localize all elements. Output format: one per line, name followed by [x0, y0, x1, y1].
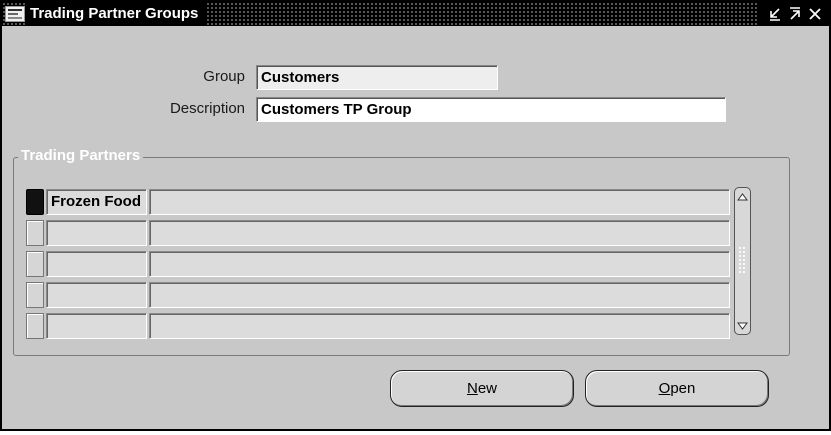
new-label: ew [477, 380, 498, 397]
new-mnemonic: N [466, 380, 478, 397]
trading-partner-groups-window: Trading Partner Groups Group Customers D… [0, 0, 831, 431]
close-icon[interactable] [807, 6, 823, 22]
partner-name-cell[interactable] [46, 220, 147, 246]
record-indicator[interactable] [26, 189, 44, 215]
partner-name-cell[interactable]: Frozen Food [46, 189, 147, 215]
scroll-grip[interactable] [738, 246, 747, 274]
partner-description-cell[interactable] [149, 189, 730, 215]
partner-description-cell[interactable] [149, 251, 730, 277]
partner-description-cell[interactable] [149, 282, 730, 308]
partner-name-cell[interactable] [46, 251, 147, 277]
record-indicator[interactable] [26, 251, 44, 277]
partner-name-cell[interactable] [46, 282, 147, 308]
scroll-down-icon[interactable] [736, 319, 749, 332]
maximize-icon[interactable] [787, 6, 803, 22]
minimize-icon[interactable] [767, 6, 783, 22]
open-label: pen [670, 380, 696, 397]
window-controls [757, 2, 829, 26]
title-bar[interactable]: Trading Partner Groups [2, 2, 829, 26]
description-field[interactable]: Customers TP Group [256, 97, 726, 122]
record-indicator[interactable] [26, 282, 44, 308]
group-field[interactable]: Customers [256, 65, 498, 90]
trading-partners-heading: Trading Partners [18, 147, 144, 165]
new-button[interactable]: New [390, 370, 574, 407]
record-indicator[interactable] [26, 220, 44, 246]
vertical-scrollbar[interactable] [734, 187, 751, 335]
open-mnemonic: O [658, 380, 671, 397]
description-label: Description [169, 100, 245, 117]
partner-name-cell[interactable] [46, 313, 147, 339]
oracle-app-icon [5, 6, 25, 22]
group-label: Group [203, 68, 245, 85]
partner-description-cell[interactable] [149, 313, 730, 339]
record-indicator[interactable] [26, 313, 44, 339]
partner-description-cell[interactable] [149, 220, 730, 246]
window-title: Trading Partner Groups [26, 2, 207, 26]
scroll-up-icon[interactable] [736, 190, 749, 203]
open-button[interactable]: Open [585, 370, 769, 407]
